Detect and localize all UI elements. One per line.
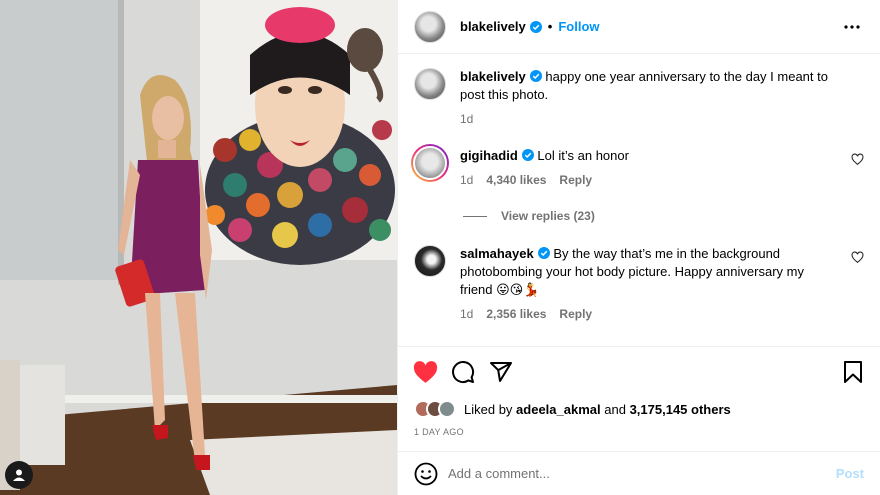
caption: blakelively happy one year anniversary t… xyxy=(414,68,864,128)
author-username[interactable]: blakelively xyxy=(460,19,526,34)
liked-by-and: and xyxy=(604,401,626,417)
replies-divider xyxy=(463,215,487,217)
verified-badge-icon xyxy=(521,149,534,161)
comment-meta: 1d 2,356 likes Reply xyxy=(460,305,838,323)
comment-username[interactable]: salmahayek xyxy=(460,246,534,261)
verified-badge-icon xyxy=(537,247,550,259)
caption-time[interactable]: 1d xyxy=(460,110,473,128)
liked-by-user[interactable]: adeela_akmal xyxy=(516,402,601,417)
view-replies-button[interactable]: View replies (23) xyxy=(463,209,595,223)
post-date[interactable]: 1 DAY AGO xyxy=(398,421,880,437)
verified-badge-icon xyxy=(529,20,542,33)
likes-count[interactable]: 3,175,145 others xyxy=(630,402,731,417)
share-icon[interactable] xyxy=(487,358,515,386)
liker-avatar[interactable] xyxy=(438,400,456,418)
heart-icon[interactable] xyxy=(411,358,439,386)
follow-button[interactable]: Follow xyxy=(558,19,599,34)
caption-meta: 1d xyxy=(460,110,838,128)
bookmark-icon[interactable] xyxy=(839,358,867,386)
comment-time[interactable]: 1d xyxy=(460,305,473,323)
person-icon xyxy=(13,469,25,481)
comment-input[interactable] xyxy=(448,466,836,481)
comment-like-heart-icon[interactable] xyxy=(851,153,864,166)
comment-meta: 1d 4,340 likes Reply xyxy=(460,171,838,189)
commenter-avatar xyxy=(413,146,447,180)
verified-badge-icon xyxy=(529,70,542,82)
comment-username[interactable]: gigihadid xyxy=(460,148,518,163)
action-buttons xyxy=(398,347,880,397)
comment-likes[interactable]: 4,340 likes xyxy=(486,171,546,189)
reply-button[interactable]: Reply xyxy=(559,305,592,323)
reply-button[interactable]: Reply xyxy=(559,171,592,189)
post-image xyxy=(0,0,397,495)
caption-body: blakelively happy one year anniversary t… xyxy=(460,68,864,128)
instagram-post: blakelively • Follow blakelively happy o… xyxy=(0,0,880,495)
view-replies-label: View replies (23) xyxy=(501,209,595,223)
comment-item: salmahayek By the way that’s me in the b… xyxy=(414,245,864,323)
more-options-icon[interactable] xyxy=(840,15,864,39)
comments-section: blakelively happy one year anniversary t… xyxy=(398,54,880,346)
commenter-avatar[interactable] xyxy=(414,245,446,277)
post-side-panel: blakelively • Follow blakelively happy o… xyxy=(397,0,880,495)
comment-body: gigihadid Lol it’s an honor 1d 4,340 lik… xyxy=(460,147,864,189)
post-comment-button[interactable]: Post xyxy=(836,466,864,481)
comment-body: salmahayek By the way that’s me in the b… xyxy=(460,245,864,323)
comment-likes[interactable]: 2,356 likes xyxy=(486,305,546,323)
comment-like-heart-icon[interactable] xyxy=(851,251,864,264)
liked-by: Liked by adeela_akmal and 3,175,145 othe… xyxy=(398,397,880,421)
comment-text: Lol it’s an honor xyxy=(537,148,629,163)
emoji-icon[interactable] xyxy=(414,462,438,486)
caption-username[interactable]: blakelively xyxy=(460,69,526,84)
author-avatar[interactable] xyxy=(414,68,446,100)
add-comment-bar: Post xyxy=(398,451,880,495)
liker-avatars xyxy=(414,400,456,418)
separator-dot: • xyxy=(547,19,553,34)
post-actions: Liked by adeela_akmal and 3,175,145 othe… xyxy=(398,346,880,437)
liked-by-prefix: Liked by xyxy=(464,401,513,417)
comment-icon[interactable] xyxy=(449,358,477,386)
comment-time[interactable]: 1d xyxy=(460,171,473,189)
story-ring[interactable] xyxy=(411,144,449,182)
comment-item: gigihadid Lol it’s an honor 1d 4,340 lik… xyxy=(411,144,864,189)
user-tag-icon[interactable] xyxy=(5,461,33,489)
author-avatar[interactable] xyxy=(414,10,446,43)
post-photo[interactable] xyxy=(0,0,397,495)
post-header: blakelively • Follow xyxy=(398,0,880,54)
